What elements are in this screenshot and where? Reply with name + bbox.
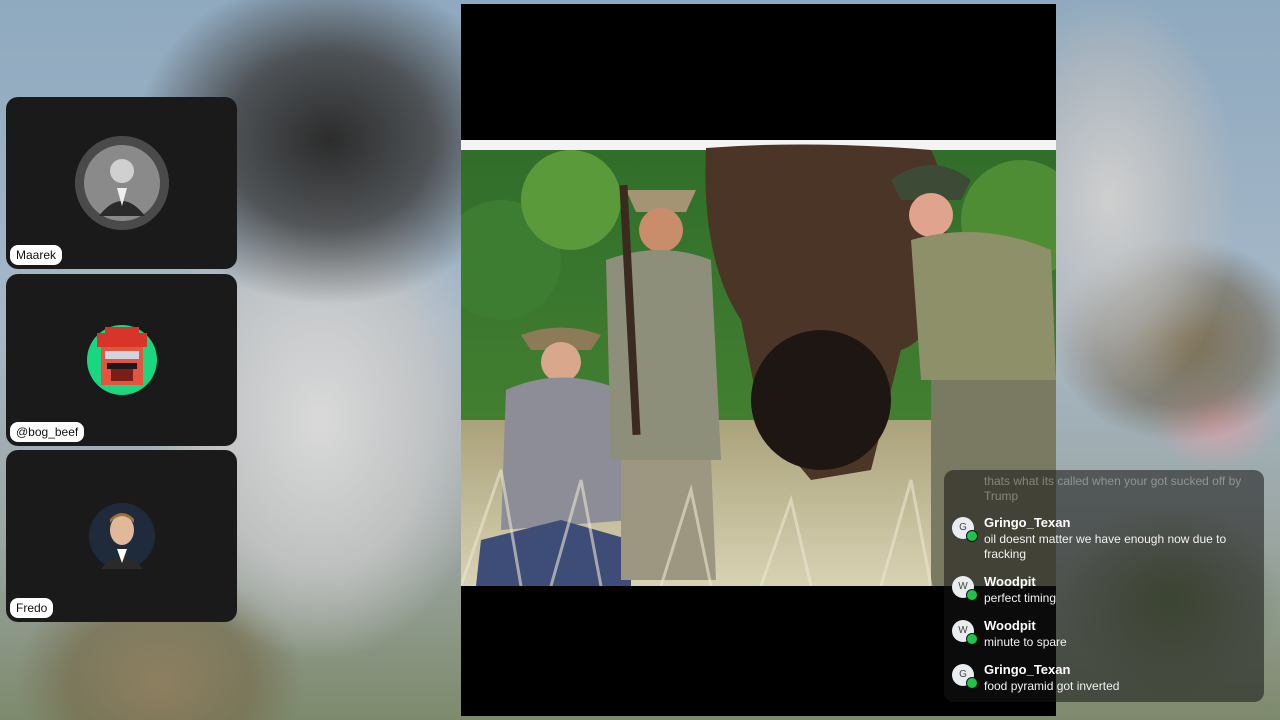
chat-text: perfect timing <box>984 591 1057 605</box>
faded-chat-message: thats what its called when your got suck… <box>984 474 1242 503</box>
chat-message: W Woodpit minute to spare <box>952 618 1257 654</box>
chat-username[interactable]: Gringo_Texan <box>984 662 1070 677</box>
participant-tile-bog-beef[interactable]: @bog_beef <box>6 274 237 446</box>
participant-tile-maarek[interactable]: Maarek <box>6 97 237 269</box>
chat-text: oil doesnt matter we have enough now due… <box>984 532 1227 561</box>
chat-text: food pyramid got inverted <box>984 679 1120 693</box>
chat-username[interactable]: Woodpit <box>984 574 1036 589</box>
chat-message: G Gringo_Texan food pyramid got inverted <box>952 662 1257 698</box>
participant-name: Fredo <box>10 598 54 618</box>
participant-tile-fredo[interactable]: Fredo <box>6 450 237 622</box>
chat-message: G Gringo_Texan oil doesnt matter we have… <box>952 515 1257 561</box>
chat-message: W Woodpit perfect timing <box>952 574 1257 610</box>
participant-name: @bog_beef <box>10 422 85 442</box>
vintage-man-portrait-icon <box>74 136 169 230</box>
pixel-mustache-man-icon <box>86 325 157 395</box>
chat-panel: thats what its called when your got suck… <box>944 470 1264 702</box>
verified-badge-icon <box>966 677 978 689</box>
man-portrait-icon <box>88 503 155 569</box>
verified-badge-icon <box>966 530 978 542</box>
verified-badge-icon <box>966 589 978 601</box>
chat-username[interactable]: Woodpit <box>984 618 1036 633</box>
chat-username[interactable]: Gringo_Texan <box>984 515 1070 530</box>
verified-badge-icon <box>966 633 978 645</box>
chat-text: minute to spare <box>984 635 1067 649</box>
participant-name: Maarek <box>10 245 63 265</box>
